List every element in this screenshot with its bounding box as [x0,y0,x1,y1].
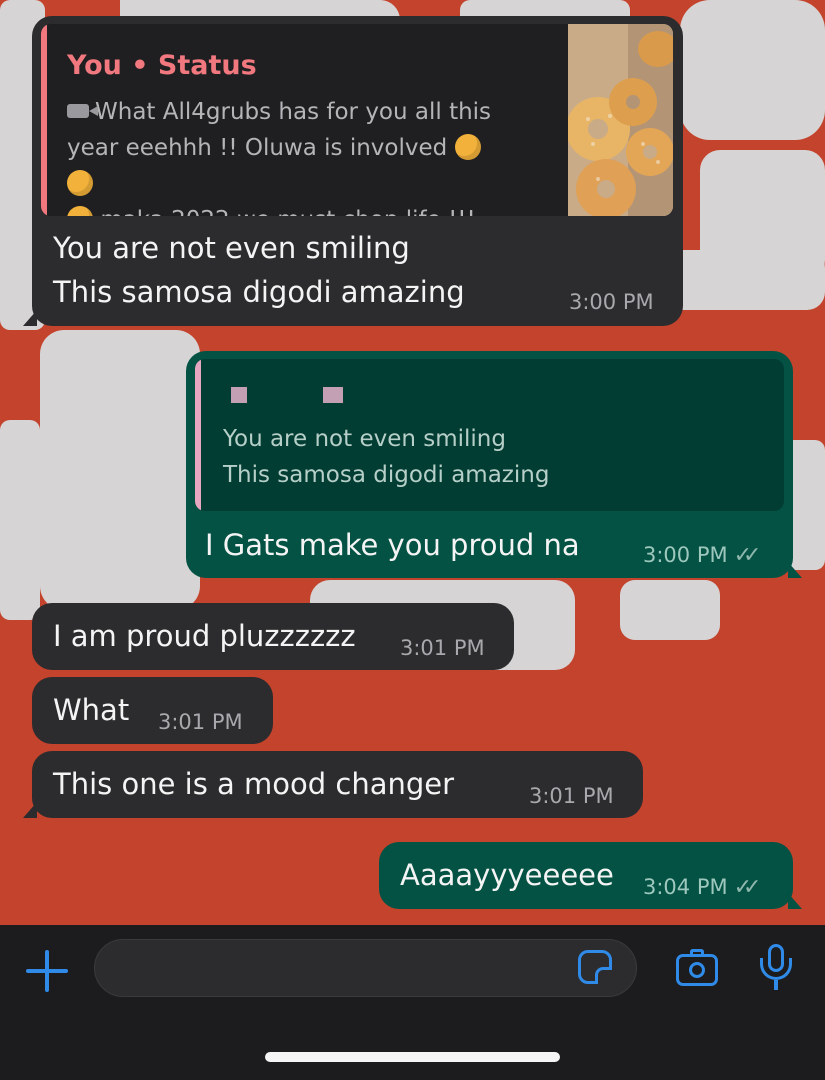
message-time: 3:00 PM [643,543,728,567]
read-ticks-icon: ✓✓ [733,875,762,900]
quoted-line-2: This samosa digodi amazing [223,462,550,488]
message-incoming[interactable]: What 3:01 PM [32,677,273,744]
message-incoming-status-reply[interactable]: You • Status What All4grubs has for you … [23,16,683,326]
quote-accent-bar [195,359,201,511]
smiling-face-with-hearts-emoji [454,134,481,160]
bubble-tail [23,310,37,326]
message-time: 3:00 PM [569,290,654,314]
plus-icon[interactable] [26,950,68,992]
microphone-icon[interactable] [756,944,796,994]
smiling-face-with-hearts-emoji [67,170,93,196]
quote-accent-bar [41,24,47,216]
camera-icon[interactable] [676,949,718,986]
message-time: 3:01 PM [400,636,485,660]
donuts-photo [568,24,673,216]
quote-line-1: What All4grubs has for you all this [95,99,492,125]
quoted-text: You are not even smiling This samosa dig… [223,421,549,493]
message-text-line-1: You are not even smiling [53,231,410,265]
quote-title: You • Status [67,50,257,81]
status-quote[interactable]: You • Status What All4grubs has for you … [41,24,673,216]
message-time: 3:01 PM [529,784,614,808]
message-text: I Gats make you proud na [205,528,580,562]
message-input[interactable] [94,939,637,997]
microphone-cup [760,958,792,980]
microphone-stem [774,980,778,990]
message-time: 3:04 PM [643,875,728,899]
message-incoming[interactable]: I am proud pluzzzzzz 3:01 PM [32,603,514,670]
quote-line-2: year eeehhh !! Oluwa is involved [67,135,448,161]
quoted-line-1: You are not even smiling [223,426,506,452]
smiling-face-with-hearts-emoji [67,206,93,216]
sticker-icon[interactable] [578,950,612,984]
message-time: 3:01 PM [158,710,243,734]
message-text: What [53,693,130,727]
donuts-thumbnail[interactable] [568,24,673,216]
message-text: Aaaayyyeeeee [400,858,614,892]
bubble-tail [23,802,37,818]
read-ticks-icon: ✓✓ [733,543,762,568]
bubble-tail [788,893,802,909]
message-text: This one is a mood changer [53,767,455,801]
quoted-sender-name-redacted [231,387,349,407]
home-indicator[interactable] [265,1052,560,1062]
message-incoming[interactable]: This one is a mood changer 3:01 PM [23,751,643,818]
reply-quote[interactable]: You are not even smiling This samosa dig… [195,359,784,511]
message-time-with-ticks: 3:04 PM ✓✓ [643,875,762,900]
message-text-line-2: This samosa digodi amazing [53,275,465,309]
message-text: I am proud pluzzzzzz [53,619,356,653]
bubble-tail [788,562,802,578]
message-outgoing-reply[interactable]: You are not even smiling This samosa dig… [186,351,802,578]
message-outgoing[interactable]: Aaaayyyeeeee 3:04 PM ✓✓ [379,842,802,909]
message-time-with-ticks: 3:00 PM ✓✓ [643,543,762,568]
quote-caption: What All4grubs has for you all this year… [67,94,507,216]
video-icon [67,104,98,118]
quote-line-3: maka 2022 we must chop life !!! [100,207,475,216]
